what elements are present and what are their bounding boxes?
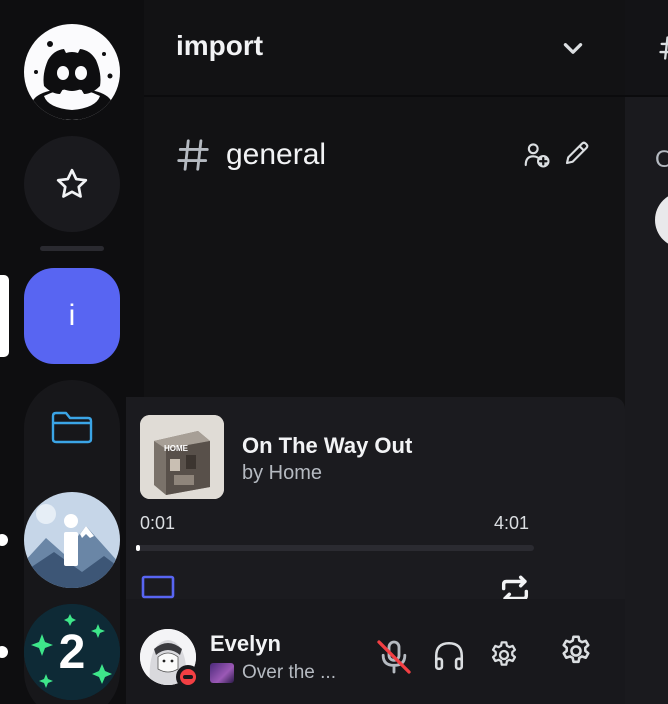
unread-dot [0, 534, 8, 546]
discord-window: i 2 import general O HOME On The Way Out… [0, 0, 668, 704]
custom-status-text: Over the ... [242, 662, 336, 683]
status-emoji-icon [210, 663, 234, 683]
track-duration: 4:01 [494, 513, 530, 533]
guild-name: import [176, 30, 264, 61]
progress-fill [136, 545, 140, 551]
star-icon [56, 168, 88, 198]
active-server-indicator [0, 275, 9, 357]
server-2-label: 2 [58, 625, 86, 679]
server-i-mountains[interactable] [24, 492, 120, 588]
member-initial: O [655, 146, 668, 173]
folder-icon [51, 411, 93, 444]
headphones-icon[interactable] [432, 639, 466, 673]
members-header [625, 0, 668, 97]
discord-logo-icon [32, 41, 113, 120]
favorites-button[interactable] [24, 136, 120, 232]
custom-status[interactable]: Over the ... [210, 662, 336, 684]
chevron-down-icon[interactable] [560, 36, 586, 62]
server-import[interactable]: i [24, 268, 120, 364]
server-import-initial: i [68, 299, 76, 332]
server-i-mountains-icon [24, 492, 120, 588]
album-cover-text: HOME [164, 444, 189, 453]
user-panel: Evelyn Over the ... [126, 599, 625, 704]
progress-bar[interactable] [136, 545, 534, 551]
unread-dot [0, 646, 8, 658]
threads-icon[interactable] [657, 34, 668, 62]
member-panel-peek: O [625, 0, 668, 704]
album-cover-art: HOME [140, 415, 224, 499]
album-cover[interactable]: HOME [140, 415, 224, 499]
microphone-muted-icon[interactable] [374, 637, 414, 677]
track-artist[interactable]: by Home [242, 462, 322, 485]
track-title[interactable]: On The Way Out [242, 433, 412, 459]
server-rail: i 2 [0, 0, 144, 704]
music-player: HOME On The Way Out by Home 0:01 4:01 [126, 397, 534, 605]
server-folder-toggle[interactable] [24, 410, 120, 450]
bottom-panel: HOME On The Way Out by Home 0:01 4:01 Ev… [126, 397, 625, 704]
status-dnd-badge [176, 665, 200, 689]
gear-icon[interactable] [488, 639, 520, 671]
pencil-icon[interactable] [562, 138, 592, 168]
elapsed-time: 0:01 [140, 513, 176, 533]
member-avatar[interactable] [655, 192, 668, 248]
guild-header[interactable]: import [144, 0, 625, 97]
home-button[interactable] [24, 24, 120, 120]
text-channel-hash-icon [177, 139, 209, 171]
username[interactable]: Evelyn [210, 631, 281, 657]
gear-icon[interactable] [558, 633, 594, 669]
channel-name: general [226, 138, 327, 171]
channel-item-general[interactable]: general [174, 130, 604, 180]
rail-separator [40, 246, 104, 251]
add-member-icon[interactable] [522, 140, 552, 170]
